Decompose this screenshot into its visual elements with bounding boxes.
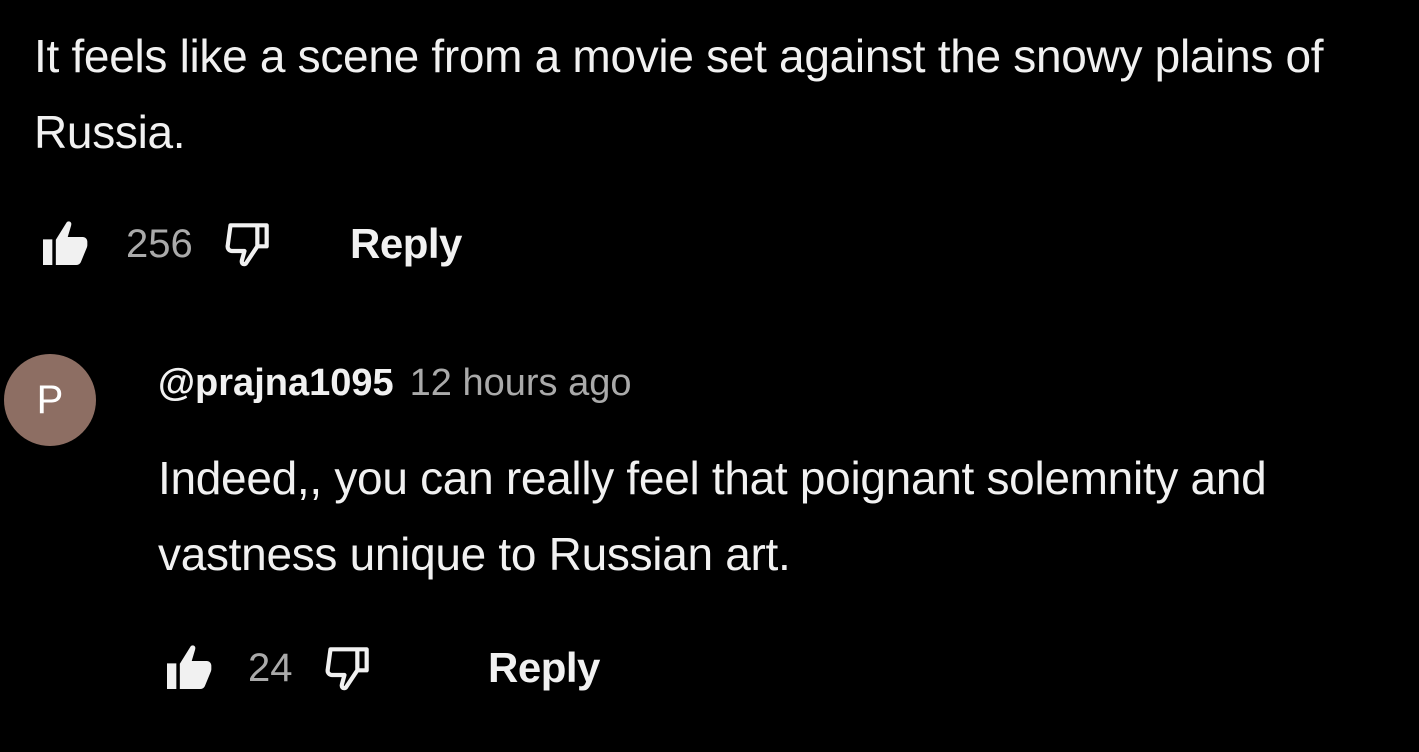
comment-text: It feels like a scene from a movie set a… bbox=[34, 30, 1324, 158]
like-button[interactable] bbox=[158, 638, 218, 698]
like-button[interactable] bbox=[34, 214, 94, 274]
comment-action-bar: 256 Reply bbox=[34, 214, 462, 274]
reply-header: @prajna1095 12 hours ago bbox=[158, 362, 631, 405]
reply-text: Indeed,, you can really feel that poigna… bbox=[158, 452, 1267, 580]
thumbs-up-icon bbox=[167, 645, 212, 689]
avatar-letter: P bbox=[36, 377, 64, 422]
thumbs-down-icon bbox=[225, 223, 269, 267]
reply-button[interactable]: Reply bbox=[488, 644, 600, 692]
avatar[interactable]: P bbox=[4, 354, 96, 446]
dislike-button[interactable] bbox=[218, 214, 278, 274]
thumbs-down-icon bbox=[325, 647, 369, 691]
like-count: 256 bbox=[126, 221, 193, 266]
dislike-button[interactable] bbox=[318, 638, 378, 698]
reply-action-bar: 24 Reply bbox=[158, 638, 600, 698]
like-count: 24 bbox=[248, 645, 293, 690]
timestamp[interactable]: 12 hours ago bbox=[410, 362, 632, 405]
author-handle[interactable]: @prajna1095 bbox=[158, 362, 394, 405]
thumbs-up-icon bbox=[43, 221, 88, 265]
reply-button[interactable]: Reply bbox=[350, 220, 462, 268]
